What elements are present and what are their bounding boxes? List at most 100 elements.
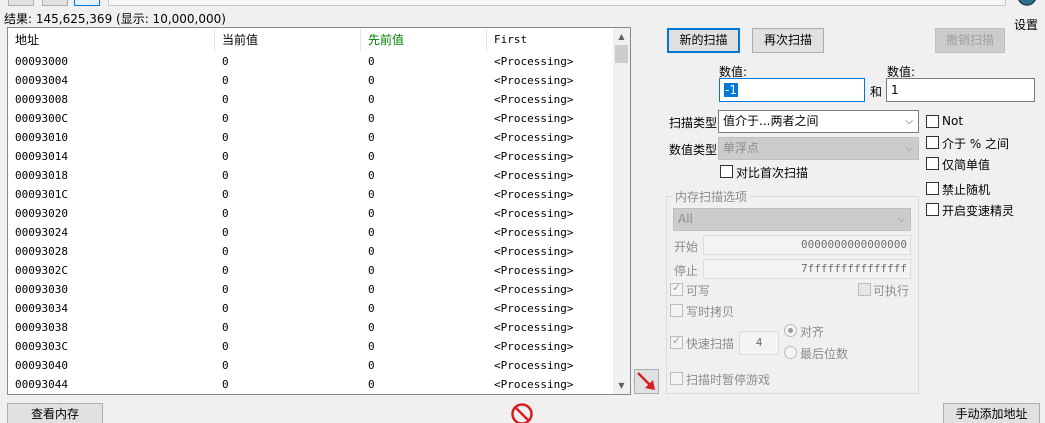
table-row[interactable]: 0009300C 0 0 <Processing> (8, 109, 614, 128)
current-value-cell: 0 (222, 359, 229, 372)
results-table[interactable]: 地址 当前值 先前值 First 00093000 0 0 <Processing> 0… (7, 27, 631, 395)
previous-value-cell: 0 (368, 226, 375, 239)
table-row[interactable]: 00093018 0 0 <Processing> (8, 166, 614, 185)
add-address-manually-button[interactable]: 手动添加地址 (943, 403, 1040, 423)
scroll-down-icon[interactable]: ▼ (613, 377, 630, 394)
table-row[interactable]: 00093044 0 0 <Processing> (8, 375, 614, 394)
table-row[interactable]: 00093008 0 0 <Processing> (8, 90, 614, 109)
first-value-cell: <Processing> (494, 55, 574, 68)
first-value-cell: <Processing> (494, 264, 574, 277)
start-address-field[interactable]: 0000000000000000 (703, 235, 911, 255)
table-row[interactable]: 00093040 0 0 <Processing> (8, 356, 614, 375)
table-row[interactable]: 0009302C 0 0 <Processing> (8, 261, 614, 280)
executable-checkbox[interactable] (858, 283, 871, 296)
chevron-down-icon: ⌵ (905, 143, 913, 154)
scan-type-value: 值介于...两者之间 (723, 114, 819, 128)
table-row[interactable]: 00093030 0 0 <Processing> (8, 280, 614, 299)
table-row[interactable]: 00093010 0 0 <Processing> (8, 128, 614, 147)
toolbar-button-3[interactable] (74, 0, 100, 6)
toolbar-button-1[interactable] (8, 0, 34, 6)
current-value-cell: 0 (222, 207, 229, 220)
memory-region-select[interactable]: All ⌵ (673, 208, 911, 231)
first-value-cell: <Processing> (494, 283, 574, 296)
last-digits-label[interactable]: 最后位数 (800, 345, 848, 362)
copy-on-write-checkbox[interactable] (670, 304, 683, 317)
settings-icon[interactable] (1015, 0, 1039, 8)
table-row[interactable]: 0009301C 0 0 <Processing> (8, 185, 614, 204)
current-value-cell: 0 (222, 226, 229, 239)
pause-game-checkbox[interactable] (670, 372, 683, 385)
compare-first-label[interactable]: 对比首次扫描 (736, 164, 808, 181)
next-scan-button[interactable]: 再次扫描 (752, 28, 824, 53)
stop-icon[interactable] (510, 402, 534, 423)
value-input-1[interactable]: -1 (719, 78, 865, 102)
first-value-cell: <Processing> (494, 169, 574, 182)
table-row[interactable]: 00093038 0 0 <Processing> (8, 318, 614, 337)
current-value-cell: 0 (222, 245, 229, 258)
copy-on-write-label[interactable]: 写时拷贝 (686, 303, 734, 320)
disable-random-label[interactable]: 禁止随机 (942, 181, 990, 198)
toolbar-button-2[interactable] (42, 0, 68, 6)
scan-type-select[interactable]: 值介于...两者之间 ⌵ (718, 110, 919, 133)
table-row[interactable]: 00093020 0 0 <Processing> (8, 204, 614, 223)
executable-label[interactable]: 可执行 (873, 282, 909, 299)
disable-random-checkbox[interactable] (926, 182, 939, 195)
table-row[interactable]: 00093004 0 0 <Processing> (8, 71, 614, 90)
not-checkbox[interactable] (926, 115, 939, 128)
last-digits-radio[interactable] (784, 346, 797, 359)
current-value-cell: 0 (222, 321, 229, 334)
previous-value-cell: 0 (368, 74, 375, 87)
stop-address-field[interactable]: 7fffffffffffffff (703, 259, 911, 279)
table-row[interactable]: 00093034 0 0 <Processing> (8, 299, 614, 318)
add-to-address-list-button[interactable] (634, 369, 659, 394)
column-first[interactable]: First (487, 28, 614, 52)
column-address[interactable]: 地址 (8, 28, 215, 52)
percent-checkbox[interactable] (926, 136, 939, 149)
percent-label[interactable]: 介于 % 之间 (942, 135, 1009, 152)
settings-label[interactable]: 设置 (1014, 16, 1038, 33)
previous-value-cell: 0 (368, 264, 375, 277)
previous-value-cell: 0 (368, 340, 375, 353)
address-cell: 00093034 (15, 302, 68, 315)
table-row[interactable]: 00093014 0 0 <Processing> (8, 147, 614, 166)
first-value-cell: <Processing> (494, 245, 574, 258)
previous-value-cell: 0 (368, 93, 375, 106)
previous-value-cell: 0 (368, 207, 375, 220)
fast-scan-value-field[interactable]: 4 (739, 331, 779, 355)
table-row[interactable]: 00093000 0 0 <Processing> (8, 52, 614, 71)
not-label[interactable]: Not (942, 114, 963, 128)
column-current-value[interactable]: 当前值 (215, 28, 361, 52)
process-title-bar (108, 0, 1006, 6)
compare-first-checkbox[interactable] (720, 165, 733, 178)
undo-scan-button[interactable]: 撤销扫描 (935, 28, 1005, 53)
scroll-up-icon[interactable]: ▲ (613, 28, 630, 45)
value-input-2[interactable]: 1 (886, 78, 1035, 102)
writable-checkbox[interactable] (670, 281, 683, 296)
writable-label[interactable]: 可写 (686, 282, 710, 299)
results-scrollbar[interactable]: ▲ ▼ (613, 28, 630, 394)
current-value-cell: 0 (222, 112, 229, 125)
simple-values-checkbox[interactable] (926, 157, 939, 170)
column-previous-value[interactable]: 先前值 (361, 28, 487, 52)
value-type-label: 数值类型 (669, 143, 718, 157)
value-type-select[interactable]: 单浮点 ⌵ (718, 137, 919, 160)
first-value-cell: <Processing> (494, 226, 574, 239)
alignment-label[interactable]: 对齐 (800, 323, 824, 340)
pause-game-label[interactable]: 扫描时暂停游戏 (686, 371, 770, 388)
table-row[interactable]: 0009303C 0 0 <Processing> (8, 337, 614, 356)
current-value-cell: 0 (222, 264, 229, 277)
fast-scan-checkbox[interactable] (670, 334, 683, 349)
speedhack-checkbox[interactable] (926, 203, 939, 216)
new-scan-button[interactable]: 新的扫描 (667, 28, 740, 53)
stop-label: 停止 (674, 264, 699, 278)
table-row[interactable]: 00093028 0 0 <Processing> (8, 242, 614, 261)
memory-view-button[interactable]: 查看内存 (7, 403, 103, 423)
fast-scan-label[interactable]: 快速扫描 (686, 335, 734, 352)
table-row[interactable]: 00093024 0 0 <Processing> (8, 223, 614, 242)
alignment-radio[interactable] (784, 324, 797, 337)
speedhack-label[interactable]: 开启变速精灵 (942, 202, 1014, 219)
first-value-cell: <Processing> (494, 378, 574, 391)
address-cell: 00093018 (15, 169, 68, 182)
simple-values-label[interactable]: 仅简单值 (942, 156, 990, 173)
scroll-thumb[interactable] (615, 45, 628, 63)
